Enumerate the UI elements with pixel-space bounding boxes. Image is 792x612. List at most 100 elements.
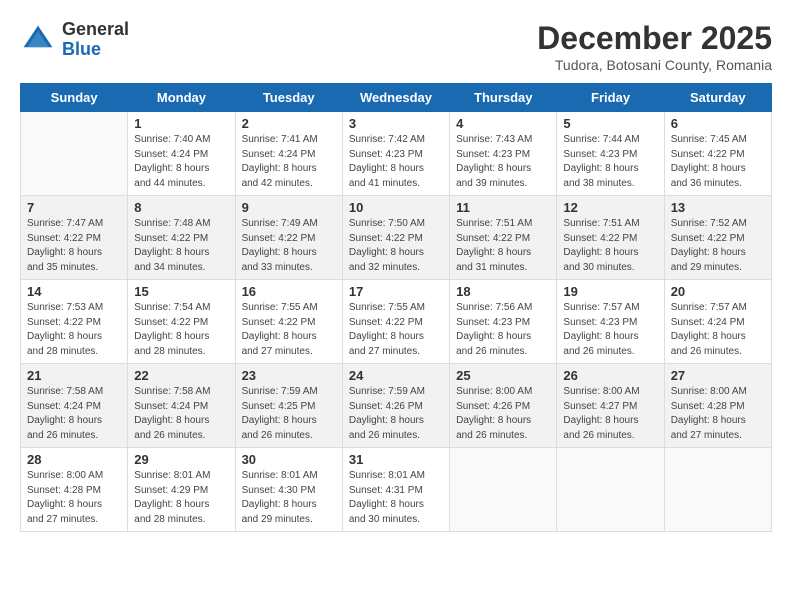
calendar-cell: 30Sunrise: 8:01 AMSunset: 4:30 PMDayligh…	[235, 448, 342, 532]
day-number: 13	[671, 200, 765, 215]
calendar-cell	[450, 448, 557, 532]
calendar-cell: 8 Sunrise: 7:48 AMSunset: 4:22 PMDaylight…	[128, 196, 235, 280]
day-number: 15	[134, 284, 228, 299]
day-number: 19	[563, 284, 657, 299]
calendar-cell: 9 Sunrise: 7:49 AMSunset: 4:22 PMDaylight…	[235, 196, 342, 280]
day-info: Sunrise: 8:00 AMSunset: 4:27 PMDaylight:…	[563, 385, 657, 443]
day-info: Sunrise: 7:58 AMSunset: 4:24 PMDaylight:…	[134, 385, 228, 443]
day-info: Sunrise: 8:00 AMSunset: 4:26 PMDaylight:…	[456, 385, 550, 443]
day-info: Sunrise: 8:00 AMSunset: 4:28 PMDaylight:…	[27, 469, 121, 527]
day-number: 16	[242, 284, 336, 299]
day-number: 10	[349, 200, 443, 215]
calendar-cell: 7 Sunrise: 7:47 AMSunset: 4:22 PMDaylight…	[21, 196, 128, 280]
day-number: 29	[134, 452, 228, 467]
calendar-cell	[557, 448, 664, 532]
logo-general-text: General	[62, 20, 129, 40]
day-info: Sunrise: 7:55 AMSunset: 4:22 PMDaylight:…	[242, 301, 336, 359]
calendar-header-wednesday: Wednesday	[342, 84, 449, 112]
day-info: Sunrise: 7:40 AMSunset: 4:24 PMDaylight:…	[134, 133, 228, 191]
calendar-cell: 16 Sunrise: 7:55 AMSunset: 4:22 PMDayligh…	[235, 280, 342, 364]
calendar-cell: 22 Sunrise: 7:58 AMSunset: 4:24 PMDayligh…	[128, 364, 235, 448]
day-info: Sunrise: 7:54 AMSunset: 4:22 PMDaylight:…	[134, 301, 228, 359]
calendar-header-saturday: Saturday	[664, 84, 771, 112]
calendar-cell: 1Sunrise: 7:40 AMSunset: 4:24 PMDaylight…	[128, 112, 235, 196]
logo-blue-text: Blue	[62, 40, 129, 60]
day-number: 30	[242, 452, 336, 467]
calendar-cell: 21Sunrise: 7:58 AMSunset: 4:24 PMDayligh…	[21, 364, 128, 448]
calendar-subtitle: Tudora, Botosani County, Romania	[537, 57, 772, 73]
day-info: Sunrise: 7:49 AMSunset: 4:22 PMDaylight:…	[242, 217, 336, 275]
calendar-cell: 27 Sunrise: 8:00 AMSunset: 4:28 PMDayligh…	[664, 364, 771, 448]
calendar-cell: 5Sunrise: 7:44 AMSunset: 4:23 PMDaylight…	[557, 112, 664, 196]
day-info: Sunrise: 7:51 AMSunset: 4:22 PMDaylight:…	[563, 217, 657, 275]
day-info: Sunrise: 8:01 AMSunset: 4:31 PMDaylight:…	[349, 469, 443, 527]
day-info: Sunrise: 7:48 AMSunset: 4:22 PMDaylight:…	[134, 217, 228, 275]
calendar-week-row: 28 Sunrise: 8:00 AMSunset: 4:28 PMDayligh…	[21, 448, 772, 532]
day-info: Sunrise: 7:52 AMSunset: 4:22 PMDaylight:…	[671, 217, 765, 275]
day-info: Sunrise: 7:50 AMSunset: 4:22 PMDaylight:…	[349, 217, 443, 275]
day-number: 20	[671, 284, 765, 299]
day-number: 5	[563, 116, 657, 131]
day-number: 22	[134, 368, 228, 383]
day-number: 11	[456, 200, 550, 215]
day-number: 14	[27, 284, 121, 299]
calendar-header-tuesday: Tuesday	[235, 84, 342, 112]
header: General Blue December 2025 Tudora, Botos…	[20, 20, 772, 73]
calendar-cell: 3Sunrise: 7:42 AMSunset: 4:23 PMDaylight…	[342, 112, 449, 196]
day-number: 6	[671, 116, 765, 131]
calendar-cell: 18 Sunrise: 7:56 AMSunset: 4:23 PMDayligh…	[450, 280, 557, 364]
calendar-cell: 13 Sunrise: 7:52 AMSunset: 4:22 PMDayligh…	[664, 196, 771, 280]
day-info: Sunrise: 7:55 AMSunset: 4:22 PMDaylight:…	[349, 301, 443, 359]
calendar-week-row: 7 Sunrise: 7:47 AMSunset: 4:22 PMDaylight…	[21, 196, 772, 280]
calendar-week-row: 14Sunrise: 7:53 AMSunset: 4:22 PMDayligh…	[21, 280, 772, 364]
day-number: 23	[242, 368, 336, 383]
day-info: Sunrise: 7:41 AMSunset: 4:24 PMDaylight:…	[242, 133, 336, 191]
logo-icon	[20, 22, 56, 58]
calendar-cell: 31Sunrise: 8:01 AMSunset: 4:31 PMDayligh…	[342, 448, 449, 532]
calendar-header-row: SundayMondayTuesdayWednesdayThursdayFrid…	[21, 84, 772, 112]
day-number: 18	[456, 284, 550, 299]
calendar-cell: 20Sunrise: 7:57 AMSunset: 4:24 PMDayligh…	[664, 280, 771, 364]
day-number: 28	[27, 452, 121, 467]
day-number: 4	[456, 116, 550, 131]
day-number: 25	[456, 368, 550, 383]
day-number: 27	[671, 368, 765, 383]
calendar-cell: 24Sunrise: 7:59 AMSunset: 4:26 PMDayligh…	[342, 364, 449, 448]
calendar-cell: 4 Sunrise: 7:43 AMSunset: 4:23 PMDaylight…	[450, 112, 557, 196]
calendar-table: SundayMondayTuesdayWednesdayThursdayFrid…	[20, 83, 772, 532]
day-number: 12	[563, 200, 657, 215]
calendar-header-thursday: Thursday	[450, 84, 557, 112]
calendar-cell: 25 Sunrise: 8:00 AMSunset: 4:26 PMDayligh…	[450, 364, 557, 448]
calendar-week-row: 1Sunrise: 7:40 AMSunset: 4:24 PMDaylight…	[21, 112, 772, 196]
logo: General Blue	[20, 20, 129, 60]
day-info: Sunrise: 7:51 AMSunset: 4:22 PMDaylight:…	[456, 217, 550, 275]
calendar-cell: 23 Sunrise: 7:59 AMSunset: 4:25 PMDayligh…	[235, 364, 342, 448]
calendar-cell	[21, 112, 128, 196]
day-info: Sunrise: 7:58 AMSunset: 4:24 PMDaylight:…	[27, 385, 121, 443]
day-info: Sunrise: 7:42 AMSunset: 4:23 PMDaylight:…	[349, 133, 443, 191]
calendar-cell: 26 Sunrise: 8:00 AMSunset: 4:27 PMDayligh…	[557, 364, 664, 448]
calendar-week-row: 21Sunrise: 7:58 AMSunset: 4:24 PMDayligh…	[21, 364, 772, 448]
day-info: Sunrise: 7:43 AMSunset: 4:23 PMDaylight:…	[456, 133, 550, 191]
calendar-cell	[664, 448, 771, 532]
calendar-cell: 28 Sunrise: 8:00 AMSunset: 4:28 PMDayligh…	[21, 448, 128, 532]
day-number: 7	[27, 200, 121, 215]
calendar-header-friday: Friday	[557, 84, 664, 112]
calendar-cell: 17 Sunrise: 7:55 AMSunset: 4:22 PMDayligh…	[342, 280, 449, 364]
day-info: Sunrise: 7:56 AMSunset: 4:23 PMDaylight:…	[456, 301, 550, 359]
day-number: 26	[563, 368, 657, 383]
day-info: Sunrise: 7:57 AMSunset: 4:23 PMDaylight:…	[563, 301, 657, 359]
day-info: Sunrise: 7:45 AMSunset: 4:22 PMDaylight:…	[671, 133, 765, 191]
day-number: 8	[134, 200, 228, 215]
calendar-cell: 10 Sunrise: 7:50 AMSunset: 4:22 PMDayligh…	[342, 196, 449, 280]
calendar-cell: 29Sunrise: 8:01 AMSunset: 4:29 PMDayligh…	[128, 448, 235, 532]
day-info: Sunrise: 7:59 AMSunset: 4:25 PMDaylight:…	[242, 385, 336, 443]
day-number: 2	[242, 116, 336, 131]
calendar-header-sunday: Sunday	[21, 84, 128, 112]
calendar-cell: 2 Sunrise: 7:41 AMSunset: 4:24 PMDaylight…	[235, 112, 342, 196]
day-number: 9	[242, 200, 336, 215]
day-number: 17	[349, 284, 443, 299]
day-info: Sunrise: 7:47 AMSunset: 4:22 PMDaylight:…	[27, 217, 121, 275]
calendar-cell: 12 Sunrise: 7:51 AMSunset: 4:22 PMDayligh…	[557, 196, 664, 280]
day-info: Sunrise: 8:00 AMSunset: 4:28 PMDaylight:…	[671, 385, 765, 443]
